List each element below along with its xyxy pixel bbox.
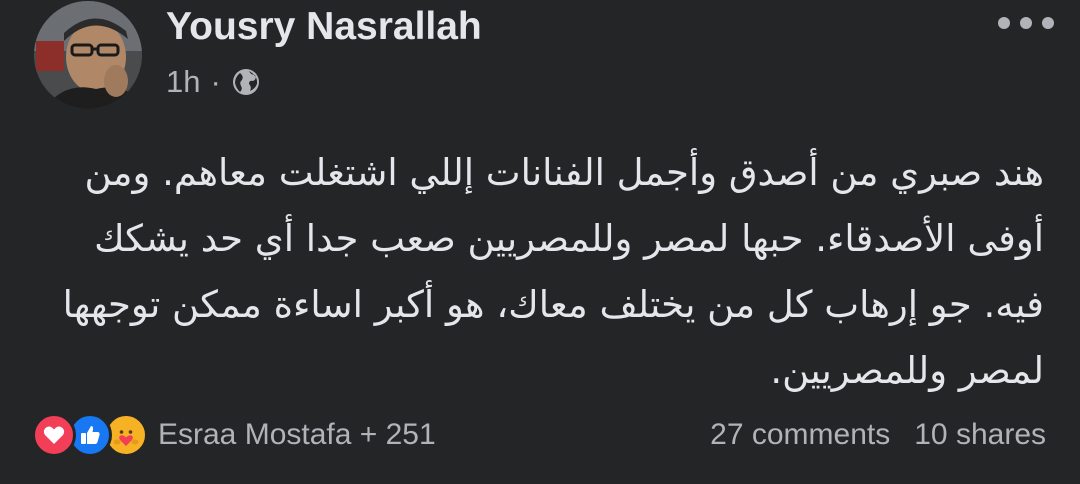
reactions-bar[interactable]: Esraa Mostafa + 251: [32, 410, 436, 460]
author-avatar[interactable]: [34, 1, 142, 109]
engagement-counts: 27 comments 10 shares: [710, 410, 1046, 460]
shares-count[interactable]: 10 shares: [914, 418, 1046, 452]
post-time[interactable]: 1h: [166, 64, 200, 100]
more-options-icon[interactable]: [998, 8, 1054, 38]
post-text: هند صبري من أصدق وأجمل الفنانات إللي اشت…: [50, 151, 1044, 392]
more-dot: [1042, 17, 1054, 29]
author-name[interactable]: Yousry Nasrallah: [166, 4, 482, 50]
comments-count[interactable]: 27 comments: [710, 418, 890, 452]
globe-icon: [231, 67, 261, 97]
post-meta: 1h ·: [166, 62, 261, 102]
love-reaction-icon: [32, 413, 76, 457]
more-dot: [1020, 17, 1032, 29]
avatar-photo: [34, 1, 142, 109]
more-dot: [998, 17, 1010, 29]
meta-separator: ·: [210, 64, 221, 99]
reaction-summary[interactable]: Esraa Mostafa + 251: [158, 418, 436, 452]
